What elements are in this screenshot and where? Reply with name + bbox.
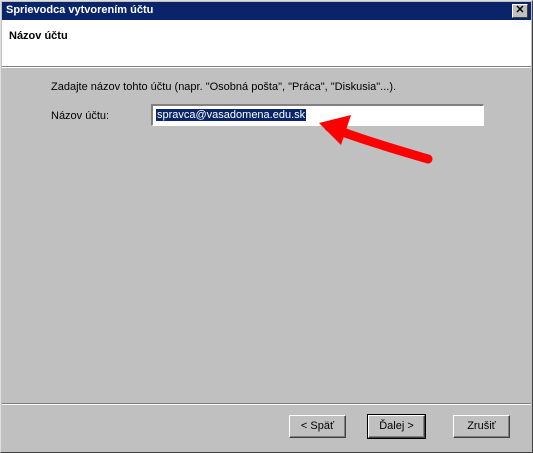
instruction-text: Zadajte názov tohto účtu (napr. "Osobná … xyxy=(51,81,397,93)
account-name-label: Názov účtu: xyxy=(51,110,110,122)
next-button-label: Ďalej > xyxy=(379,420,414,432)
footer-divider-highlight xyxy=(2,404,531,405)
red-arrow-annotation xyxy=(319,115,433,164)
close-icon: ✕ xyxy=(515,4,525,16)
back-button[interactable]: < Späť xyxy=(289,415,346,438)
cancel-button-label: Zrušiť xyxy=(467,420,496,432)
close-button[interactable]: ✕ xyxy=(512,4,528,18)
next-button[interactable]: Ďalej > xyxy=(367,414,426,439)
account-name-value: spravca@vasadomena.edu.sk xyxy=(156,109,307,121)
title-bar[interactable]: Sprievodca vytvorením účtu ✕ xyxy=(2,2,531,20)
header-divider-highlight xyxy=(2,67,531,68)
window-title: Sprievodca vytvorením účtu xyxy=(6,4,154,16)
wizard-window: Sprievodca vytvorením účtu ✕ Názov účtu … xyxy=(0,0,533,453)
wizard-header: Názov účtu xyxy=(2,20,531,66)
cancel-button[interactable]: Zrušiť xyxy=(453,415,510,438)
back-button-label: < Späť xyxy=(300,420,335,432)
page-title: Názov účtu xyxy=(9,30,68,42)
